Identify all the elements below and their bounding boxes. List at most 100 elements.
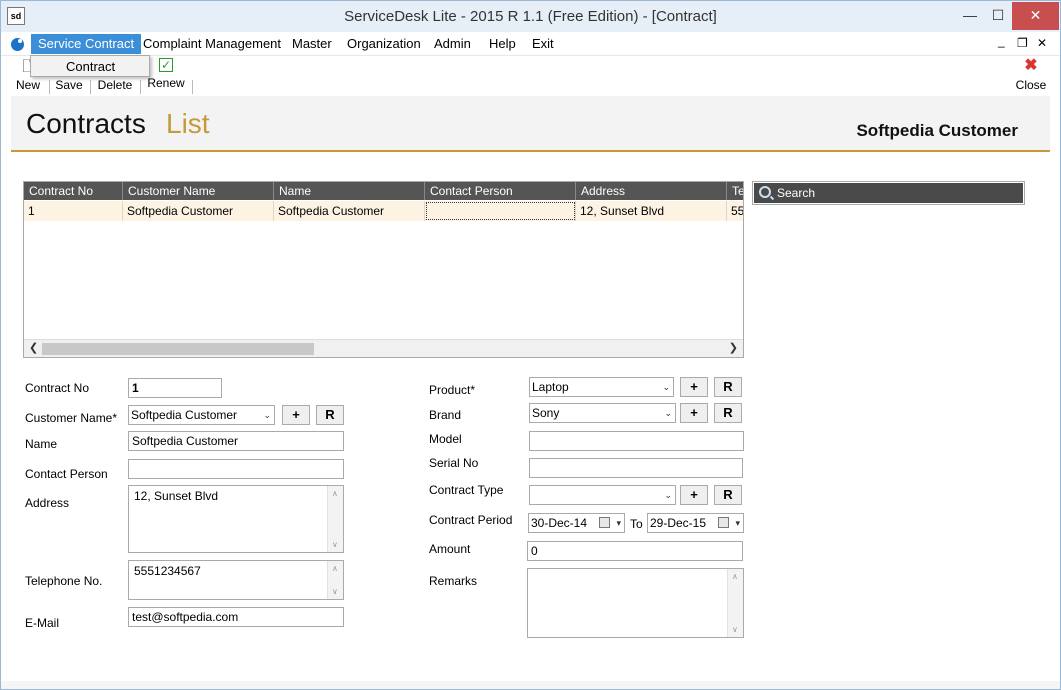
brand-label: Brand xyxy=(429,408,462,422)
cell-name[interactable]: Softpedia Customer xyxy=(274,201,425,221)
address-scrollbar[interactable]: ∧ ∨ xyxy=(327,486,343,552)
cell-contract-no[interactable]: 1 xyxy=(24,201,123,221)
chevron-down-icon: ⌄ xyxy=(263,410,271,420)
cell-customer-name[interactable]: Softpedia Customer xyxy=(123,201,274,221)
menu-exit[interactable]: Exit xyxy=(525,34,561,54)
model-input[interactable] xyxy=(529,431,744,451)
minimize-button[interactable]: — xyxy=(956,2,984,30)
column-address[interactable]: Address xyxy=(576,182,727,200)
chevron-down-icon: ⌄ xyxy=(664,408,672,418)
close-x-icon: ✖ xyxy=(1024,57,1038,74)
add-product-button[interactable]: + xyxy=(680,377,708,397)
cell-address[interactable]: 12, Sunset Blvd xyxy=(576,201,727,221)
menu-service-contract[interactable]: Service Contract xyxy=(31,34,142,54)
menu-organization[interactable]: Organization xyxy=(340,34,428,54)
close-label: Close xyxy=(1015,78,1047,92)
telephone-value: 5551234567 xyxy=(134,564,201,578)
model-label: Model xyxy=(429,432,462,446)
calendar-icon[interactable] xyxy=(718,517,729,528)
amount-label: Amount xyxy=(429,542,471,556)
name-label: Name xyxy=(25,437,58,451)
save-label: Save xyxy=(55,78,83,92)
contract-no-input[interactable]: 1 xyxy=(128,378,222,398)
chevron-down-icon: ▾ xyxy=(735,518,740,528)
telephone-textarea[interactable]: 5551234567 ∧ ∨ xyxy=(128,560,344,600)
mdi-close-button[interactable]: ✕ xyxy=(1037,36,1047,50)
product-label: Product* xyxy=(429,383,476,397)
renew-button[interactable]: ✓ Renew xyxy=(145,58,187,94)
new-label: New xyxy=(15,78,40,92)
refresh-contract-type-button[interactable]: R xyxy=(714,485,742,505)
refresh-customer-button[interactable]: R xyxy=(316,405,344,425)
scroll-left-icon[interactable]: ❮ xyxy=(29,341,38,354)
period-to-date-picker[interactable]: 29-Dec-15 ▾ xyxy=(647,513,744,533)
mdi-minimize-button[interactable]: _ xyxy=(998,34,1005,48)
period-from-value: 30-Dec-14 xyxy=(531,516,588,530)
toolbar-separator xyxy=(192,80,193,94)
remarks-label: Remarks xyxy=(429,574,478,588)
brand-select[interactable]: Sony ⌄ xyxy=(529,403,676,423)
remarks-textarea[interactable]: ∧ ∨ xyxy=(527,568,744,638)
mdi-restore-button[interactable]: ❐ xyxy=(1017,36,1028,50)
telephone-label: Telephone No. xyxy=(25,574,103,588)
calendar-icon[interactable] xyxy=(599,517,610,528)
toolbar-separator xyxy=(140,80,141,94)
product-select[interactable]: Laptop ⌄ xyxy=(529,377,674,397)
add-customer-button[interactable]: + xyxy=(282,405,310,425)
contact-person-input[interactable] xyxy=(128,459,344,479)
cell-telephone[interactable]: 555 xyxy=(727,201,743,221)
address-value: 12, Sunset Blvd xyxy=(134,489,219,503)
contracts-grid[interactable]: Contract No Customer Name Name Contact P… xyxy=(23,181,744,358)
delete-label: Delete xyxy=(97,78,133,92)
add-brand-button[interactable]: + xyxy=(680,403,708,423)
period-from-date-picker[interactable]: 30-Dec-14 ▾ xyxy=(528,513,625,533)
dropdown-item-contract[interactable]: Contract xyxy=(66,59,115,74)
email-input[interactable]: test@softpedia.com xyxy=(128,607,344,627)
customer-name-value: Softpedia Customer xyxy=(131,408,238,422)
search-button[interactable]: Search xyxy=(754,183,1023,203)
menu-master[interactable]: Master xyxy=(285,34,339,54)
to-label: To xyxy=(630,517,643,531)
chevron-down-icon: ⌄ xyxy=(664,490,672,500)
refresh-brand-button[interactable]: R xyxy=(714,403,742,423)
window-close-button[interactable]: ✕ xyxy=(1012,2,1059,30)
page-title-accent: List xyxy=(166,108,210,139)
column-contract-no[interactable]: Contract No xyxy=(24,182,123,200)
product-value: Laptop xyxy=(532,380,569,394)
column-customer-name[interactable]: Customer Name xyxy=(123,182,274,200)
maximize-button[interactable]: ☐ xyxy=(984,2,1012,30)
column-name[interactable]: Name xyxy=(274,182,425,200)
contract-type-select[interactable]: ⌄ xyxy=(529,485,676,505)
add-contract-type-button[interactable]: + xyxy=(680,485,708,505)
telephone-scrollbar[interactable]: ∧ ∨ xyxy=(327,561,343,599)
menu-bar: Service Contract Complaint Management Ma… xyxy=(1,32,1060,56)
mdi-logo-icon[interactable] xyxy=(11,38,24,51)
name-input[interactable]: Softpedia Customer xyxy=(128,431,344,451)
title-bar: sd ServiceDesk Lite - 2015 R 1.1 (Free E… xyxy=(1,1,1060,32)
chevron-down-icon: ▾ xyxy=(616,518,621,528)
amount-input[interactable]: 0 xyxy=(527,541,743,561)
application-window: sd ServiceDesk Lite - 2015 R 1.1 (Free E… xyxy=(0,0,1061,690)
column-telephone[interactable]: Tel xyxy=(727,182,743,200)
scroll-right-icon[interactable]: ❯ xyxy=(729,341,738,354)
serial-no-input[interactable] xyxy=(529,458,743,478)
menu-admin[interactable]: Admin xyxy=(427,34,478,54)
customer-name-select[interactable]: Softpedia Customer ⌄ xyxy=(128,405,275,425)
toolbar-separator xyxy=(90,80,91,94)
table-row[interactable]: 1 Softpedia Customer Softpedia Customer … xyxy=(24,201,743,221)
brand-value: Sony xyxy=(532,406,560,420)
close-button[interactable]: ✖ Close xyxy=(1013,58,1049,94)
cell-contact-person[interactable] xyxy=(425,201,576,221)
page-title: Contracts xyxy=(26,108,146,139)
contact-person-label: Contact Person xyxy=(25,467,108,481)
menu-complaint-management[interactable]: Complaint Management xyxy=(136,34,288,54)
remarks-scrollbar[interactable]: ∧ ∨ xyxy=(727,569,743,637)
scroll-thumb[interactable] xyxy=(42,343,314,355)
toolbar-separator xyxy=(49,80,50,94)
grid-horizontal-scrollbar[interactable]: ❮ ❯ xyxy=(24,339,743,357)
address-textarea[interactable]: 12, Sunset Blvd ∧ ∨ xyxy=(128,485,344,553)
refresh-product-button[interactable]: R xyxy=(714,377,742,397)
email-label: E-Mail xyxy=(25,616,60,630)
column-contact-person[interactable]: Contact Person xyxy=(425,182,576,200)
menu-help[interactable]: Help xyxy=(482,34,523,54)
